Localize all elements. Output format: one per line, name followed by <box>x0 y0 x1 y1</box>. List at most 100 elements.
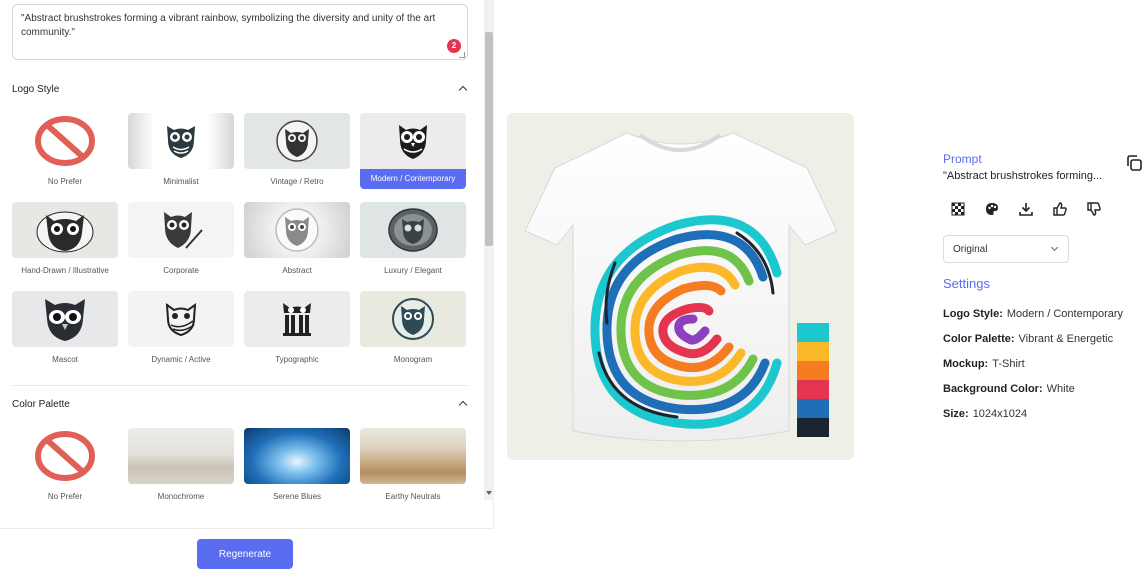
color-palette-option-serene-blues[interactable]: Serene Blues <box>244 428 350 517</box>
copy-icon[interactable] <box>1125 154 1143 172</box>
version-select-value: Original <box>953 243 988 255</box>
options-panel: "Abstract brushstrokes forming a vibrant… <box>0 0 494 574</box>
swatch-cyan <box>797 323 829 342</box>
mascot-thumbnail <box>12 291 118 347</box>
setting-size: Size: 1024x1024 <box>943 408 1027 420</box>
logo-style-option-modern-contemporary[interactable]: Modern / Contemporary <box>360 113 466 202</box>
color-palette-option-monochrome[interactable]: Monochrome <box>128 428 234 517</box>
remove-background-icon[interactable] <box>949 200 967 218</box>
tile-label: Earthy Neutrals <box>385 492 441 501</box>
luxury-elegant-thumbnail <box>360 202 466 258</box>
version-select[interactable]: Original <box>943 235 1069 263</box>
prohibited-icon <box>35 431 95 481</box>
error-count-badge[interactable]: 2 <box>447 39 461 53</box>
prompt-textarea[interactable]: "Abstract brushstrokes forming a vibrant… <box>12 4 468 60</box>
chevron-up-icon[interactable] <box>458 399 468 409</box>
minimalist-thumbnail <box>128 113 234 169</box>
setting-key: Logo Style: <box>943 308 1003 320</box>
logo-style-option-no-prefer[interactable]: No Prefer <box>12 113 118 202</box>
owl-pen-icon <box>164 212 203 249</box>
swatch-blue <box>797 399 829 418</box>
setting-value: T-Shirt <box>992 358 1025 370</box>
no-prefer-thumbnail <box>12 428 118 484</box>
hand-drawn-thumbnail <box>12 202 118 258</box>
owl-medallion-icon <box>388 208 438 252</box>
scrollbar-thumb[interactable] <box>485 32 493 246</box>
logo-style-option-corporate[interactable]: Corporate <box>128 202 234 291</box>
setting-value: Modern / Contemporary <box>1006 308 1124 320</box>
owl-sketch-icon <box>36 211 94 253</box>
no-prefer-thumbnail <box>12 113 118 169</box>
setting-value: Vibrant & Energetic <box>1018 333 1114 345</box>
earthy-neutrals-thumbnail <box>360 428 466 484</box>
panel-footer: Regenerate <box>0 528 494 574</box>
download-icon[interactable] <box>1017 200 1035 218</box>
setting-mockup: Mockup: T-Shirt <box>943 358 1025 370</box>
modern-contemporary-thumbnail <box>360 113 466 169</box>
setting-logo-style: Logo Style: Modern / Contemporary <box>943 308 1123 320</box>
monogram-thumbnail <box>360 291 466 347</box>
palette-icon[interactable] <box>983 200 1001 218</box>
color-palette-header[interactable]: Color Palette <box>12 394 468 414</box>
tile-label: Monogram <box>393 355 433 364</box>
setting-color-palette: Color Palette: Vibrant & Energetic <box>943 333 1113 345</box>
options-scroll-area[interactable]: "Abstract brushstrokes forming a vibrant… <box>0 0 494 528</box>
vintage-retro-thumbnail <box>244 113 350 169</box>
color-palette-option-earthy-neutrals[interactable]: Earthy Neutrals <box>360 428 466 517</box>
tile-label: Dynamic / Active <box>151 355 211 364</box>
owl-type-icon <box>283 303 311 336</box>
regenerate-button[interactable]: Regenerate <box>197 539 293 569</box>
tile-label: Monochrome <box>157 492 205 501</box>
tile-label: No Prefer <box>47 177 83 186</box>
swatch-dark <box>797 418 829 437</box>
chevron-up-icon[interactable] <box>458 84 468 94</box>
logo-style-option-vintage-retro[interactable]: Vintage / Retro <box>244 113 350 202</box>
logo-style-option-minimalist[interactable]: Minimalist <box>128 113 234 202</box>
logo-style-option-luxury-elegant[interactable]: Luxury / Elegant <box>360 202 466 291</box>
owl-monogram-icon <box>392 298 434 340</box>
swatch-red <box>797 380 829 399</box>
owl-logo-icon <box>167 126 195 158</box>
abstract-thumbnail <box>244 202 350 258</box>
tile-label: Hand-Drawn / Illustrative <box>21 266 109 275</box>
tile-label: Corporate <box>163 266 199 275</box>
swatch-orange <box>797 361 829 380</box>
logo-style-option-abstract[interactable]: Abstract <box>244 202 350 291</box>
app-root: "Abstract brushstrokes forming a vibrant… <box>0 0 1148 574</box>
resize-handle[interactable] <box>459 52 465 58</box>
tile-label: Typographic <box>275 355 319 364</box>
logo-style-option-typographic[interactable]: Typographic <box>244 291 350 380</box>
tile-label: No Prefer <box>47 492 83 501</box>
action-toolbar <box>949 200 1103 218</box>
scroll-down-arrow-icon[interactable] <box>486 491 492 495</box>
tile-label: Modern / Contemporary <box>360 169 466 189</box>
color-palette-option-no-prefer[interactable]: No Prefer <box>12 428 118 517</box>
dynamic-active-thumbnail <box>128 291 234 347</box>
setting-background-color: Background Color: White <box>943 383 1075 395</box>
tile-label: Minimalist <box>163 177 199 186</box>
settings-heading: Settings <box>943 276 990 291</box>
setting-key: Color Palette: <box>943 333 1015 345</box>
tile-label: Luxury / Elegant <box>384 266 442 275</box>
setting-key: Mockup: <box>943 358 989 370</box>
thumbs-up-icon[interactable] <box>1051 200 1069 218</box>
owl-logo-icon <box>399 125 427 159</box>
thumbs-down-icon[interactable] <box>1085 200 1103 218</box>
setting-key: Background Color: <box>943 383 1043 395</box>
corporate-thumbnail <box>128 202 234 258</box>
color-palette-title: Color Palette <box>12 398 70 410</box>
tile-label: Vintage / Retro <box>270 177 324 186</box>
logo-style-title: Logo Style <box>12 83 60 95</box>
tile-label: Abstract <box>282 266 312 275</box>
logo-style-option-hand-drawn[interactable]: Hand-Drawn / Illustrative <box>12 202 118 291</box>
logo-style-option-mascot[interactable]: Mascot <box>12 291 118 380</box>
section-divider <box>12 385 468 386</box>
logo-style-option-monogram[interactable]: Monogram <box>360 291 466 380</box>
logo-style-option-dynamic-active[interactable]: Dynamic / Active <box>128 291 234 380</box>
owl-swoosh-icon <box>165 302 197 337</box>
owl-emblem-icon <box>276 120 318 162</box>
logo-style-header[interactable]: Logo Style <box>12 79 468 99</box>
prohibited-icon <box>35 116 95 166</box>
prompt-snippet: "Abstract brushstrokes forming... <box>943 170 1103 182</box>
tile-label: Serene Blues <box>272 492 322 501</box>
